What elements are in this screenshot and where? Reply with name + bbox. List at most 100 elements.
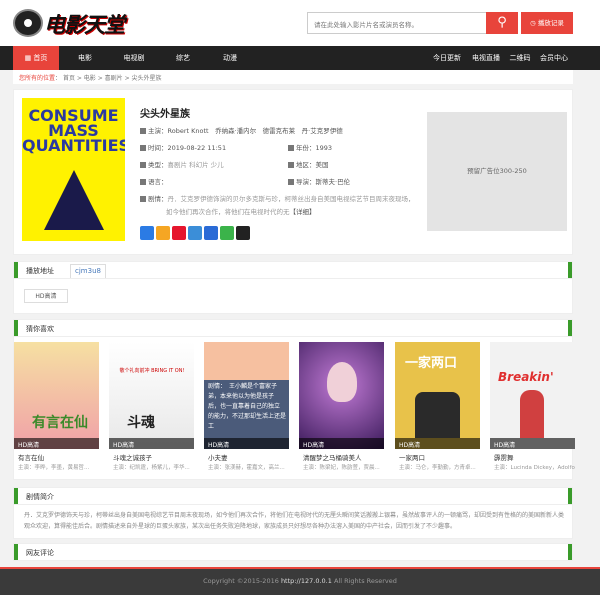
movie-card[interactable]: Breakin' HD高清 霹雳舞 主演：Lucinda Dickey，Adol… [490, 342, 575, 471]
card-thumb-title: 有言在仙 [32, 415, 88, 431]
logo-text: 电影天堂 [44, 13, 125, 37]
card-quality-label: HD高清 [109, 438, 194, 449]
footer-accent [0, 567, 600, 569]
card-title[interactable]: 霹雳舞 [494, 452, 514, 462]
cast-label: 主演： [148, 127, 168, 135]
footer-rights: All Rights Reserved [333, 577, 397, 585]
card-quality-label: HD高清 [490, 438, 575, 449]
card-title[interactable]: 斗魂之诚孩子 [113, 452, 152, 462]
type-row: 类型：喜剧片 科幻片 少儿 [140, 159, 224, 169]
plot-value-2: 如今他们再次合作，将他们在电视时代的无 [166, 208, 290, 216]
section-marker [14, 488, 18, 504]
movie-card[interactable]: 剧情： 王小麟是个富家子弟，本来他以为他是孩子 后，也一直靠着自己的独立 的能力，不… [204, 342, 289, 471]
movie-card[interactable]: 一家两口 HD高清 一家两口 主演：马仑，李勤勤，方青卓... [395, 342, 480, 471]
overlay-line-2: 后，也一直靠着自己的独立 [208, 403, 281, 410]
breadcrumb-lead: 您所有的位置 [19, 75, 56, 82]
wechat-icon[interactable] [220, 226, 234, 240]
breadcrumb-home[interactable]: 首页 [63, 75, 75, 82]
area-label: 地区： [296, 161, 316, 169]
tag-icon [140, 162, 146, 168]
detail-link[interactable]: 【详细】 [290, 208, 316, 216]
card-thumbnail: 一家两口 [395, 342, 480, 449]
globe-icon [288, 162, 294, 168]
time-value: 2019-08-22 11:51 [167, 144, 227, 152]
card-thumb-title: 斗魂 [127, 415, 155, 431]
card-title[interactable]: 一家两口 [399, 452, 425, 462]
comments-section: 网友评论 [13, 543, 573, 561]
movie-card[interactable]: 有言在仙 HD高清 有言在仙 主演：李晔，李墨，黄易哲... [14, 342, 99, 471]
type-value[interactable]: 喜剧片 科幻片 少儿 [168, 161, 224, 169]
nav-tv-live[interactable]: 电视直播 [467, 46, 505, 70]
tencent-weibo-icon[interactable] [188, 226, 202, 240]
card-quality-label: HD高清 [204, 438, 289, 449]
source-tab[interactable]: cjm3u8 [70, 264, 106, 278]
section-marker-right [568, 488, 572, 504]
history-label: 播放记录 [537, 19, 564, 27]
breadcrumb-movies[interactable]: 电影 [84, 75, 96, 82]
director-label: 导演： [296, 178, 316, 186]
plot-value: 丹．艾克罗伊德饰演的贝尔多克斯与珍，柯蒂丝出身自美国电视综艺节目周末夜现场， [167, 195, 415, 203]
card-thumb-figures [415, 392, 460, 438]
cast-value[interactable]: Robert Knott 乔纳森·潘内尔 德雷克布莱 丹·艾克罗伊德 [168, 127, 343, 135]
synopsis-header: 剧情简介 [14, 488, 572, 505]
movie-card[interactable]: 敬个礼向前冲 BRING IT ON! 斗魂 HD高清 斗魂之诚孩子 主演：纪凯… [109, 342, 194, 471]
card-thumb-figure [520, 390, 544, 438]
card-cast: 主演：Lucinda Dickey，Adolfo... [494, 465, 575, 471]
share-more-icon[interactable] [140, 226, 154, 240]
search-button[interactable]: ⚲ [486, 12, 518, 34]
cast-row: 主演：Robert Knott 乔纳森·潘内尔 德雷克布莱 丹·艾克罗伊德 [140, 125, 343, 135]
plot-row-2: 如今他们再次合作，将他们在电视时代的无【详细】 [166, 206, 316, 216]
nav-anime[interactable]: 动漫 [206, 46, 254, 70]
comments-header: 网友评论 [14, 544, 572, 561]
renren-icon[interactable] [204, 226, 218, 240]
overlay-line-4: 工 [208, 423, 215, 430]
director-value[interactable]: 斯蒂夫·巴伦 [316, 178, 351, 186]
year-row: 年份：1993 [288, 142, 332, 152]
card-thumb-top [204, 342, 289, 380]
nav-variety[interactable]: 综艺 [160, 46, 206, 70]
card-title[interactable]: 小夫妻 [208, 452, 228, 462]
breadcrumb-current: 尖头外星族 [131, 75, 162, 82]
qzone-icon[interactable] [156, 226, 170, 240]
nav-qrcode[interactable]: 二维码 [505, 46, 535, 70]
nav-home[interactable]: ▦ 首页 [13, 46, 59, 70]
poster-title: CONSUME MASS QUANTITIES! [22, 106, 125, 155]
card-title[interactable]: 有言在仙 [18, 452, 44, 462]
nav-movies[interactable]: 电影 [62, 46, 108, 70]
movie-info-panel: CONSUME MASS QUANTITIES! 尖头外星族 主演：Robert… [13, 89, 573, 255]
section-marker-right [568, 320, 572, 336]
nav-member-center[interactable]: 会员中心 [535, 46, 573, 70]
movie-poster[interactable]: CONSUME MASS QUANTITIES! [22, 98, 125, 241]
share-bar [140, 226, 252, 241]
synopsis-text: 丹．艾克罗伊德饰天与珍，柯蒂丝出身自美国电视综艺节目周末夜现场，如今他们再次合作… [24, 512, 565, 530]
recommend-heading: 猜你喜欢 [26, 325, 54, 333]
plot-label: 剧情： [148, 195, 168, 203]
nav-tv[interactable]: 电视剧 [108, 46, 160, 70]
person-icon [288, 179, 294, 185]
ad-placeholder[interactable]: 预留广告位300-250 [427, 112, 567, 231]
movie-card[interactable]: HD高清 清醒梦之马桶骑美人 主演：陈梁妃，陈韵萱，贾晨... [299, 342, 384, 471]
overlay-line-1: 剧情： 王小麟是个富家子弟，本来他以为他是孩子 [208, 383, 278, 400]
breadcrumb-comedy[interactable]: 喜剧片 [105, 75, 123, 82]
card-title[interactable]: 清醒梦之马桶骑美人 [303, 452, 362, 462]
history-button[interactable]: ◷ 播放记录 [521, 12, 573, 34]
nav-today-updates[interactable]: 今日更新 [427, 46, 467, 70]
search-input[interactable]: 请在此处输入影片片名或演员名称。 [307, 12, 486, 34]
card-thumbnail: 敬个礼向前冲 BRING IT ON! 斗魂 [109, 342, 194, 449]
area-value: 美国 [315, 161, 329, 169]
site-logo[interactable]: 电影天堂 [13, 8, 137, 38]
recommend-header: 猜你喜欢 [14, 320, 572, 337]
weibo-icon[interactable] [172, 226, 186, 240]
qq-icon[interactable] [236, 226, 250, 240]
synopsis-heading: 剧情简介 [26, 493, 54, 501]
movie-title: 尖头外星族 [140, 109, 190, 120]
area-row: 地区：美国 [288, 159, 329, 169]
recommend-section: 猜你喜欢 有言在仙 HD高清 有言在仙 主演：李晔，李墨，黄易哲... 敬个礼向… [13, 319, 575, 480]
footer-domain[interactable]: http://127.0.0.1 [281, 577, 332, 585]
episode-link[interactable]: HD高清 [24, 289, 68, 303]
lang-label: 语言： [148, 178, 168, 186]
section-marker [14, 544, 18, 560]
calendar-icon [288, 145, 294, 151]
card-cast: 主演：陈梁妃，陈韵萱，贾晨... [303, 465, 380, 471]
card-cast: 主演：马仑，李勤勤，方青卓... [399, 465, 476, 471]
